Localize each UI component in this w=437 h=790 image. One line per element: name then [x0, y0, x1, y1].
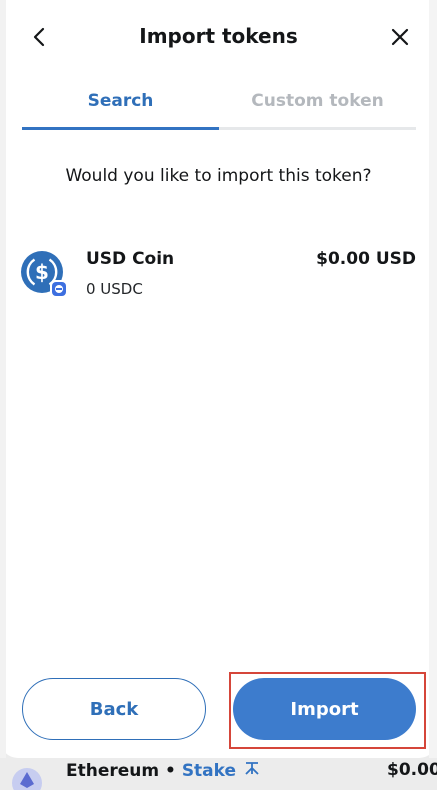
import-highlight-box — [229, 672, 426, 749]
right-edge — [429, 0, 437, 758]
close-icon — [391, 28, 409, 46]
tab-custom-token[interactable]: Custom token — [219, 82, 416, 130]
tab-search[interactable]: Search — [22, 82, 219, 130]
close-button[interactable] — [385, 22, 415, 52]
ethereum-icon — [12, 768, 42, 790]
stake-arrow-icon — [245, 762, 259, 775]
network-name: Ethereum — [66, 761, 160, 781]
usdc-icon: $ — [20, 250, 68, 298]
import-prompt: Would you like to import this token? — [65, 166, 372, 186]
import-tokens-modal: Import tokens Search Custom token Would … — [0, 0, 437, 758]
background-network-label: Ethereum • Stake — [66, 760, 262, 781]
page-title: Import tokens — [139, 24, 298, 48]
separator: • — [159, 761, 182, 781]
left-edge — [0, 0, 6, 758]
token-name: USD Coin — [86, 249, 175, 269]
background-value: $0.00 — [387, 760, 437, 780]
back-button[interactable]: Back — [22, 678, 206, 740]
tab-bar: Search Custom token — [22, 82, 416, 130]
token-fiat-value: $0.00 USD — [316, 249, 416, 269]
stake-link: Stake — [181, 761, 237, 781]
svg-text:$: $ — [35, 260, 49, 284]
modal-header: Import tokens — [0, 0, 437, 74]
token-balance: 0 USDC — [86, 280, 143, 298]
token-list-item: $ USD Coin 0 USDC $0.00 USD — [20, 246, 420, 306]
background-asset-row: Ethereum • Stake $0.00 — [0, 758, 437, 790]
